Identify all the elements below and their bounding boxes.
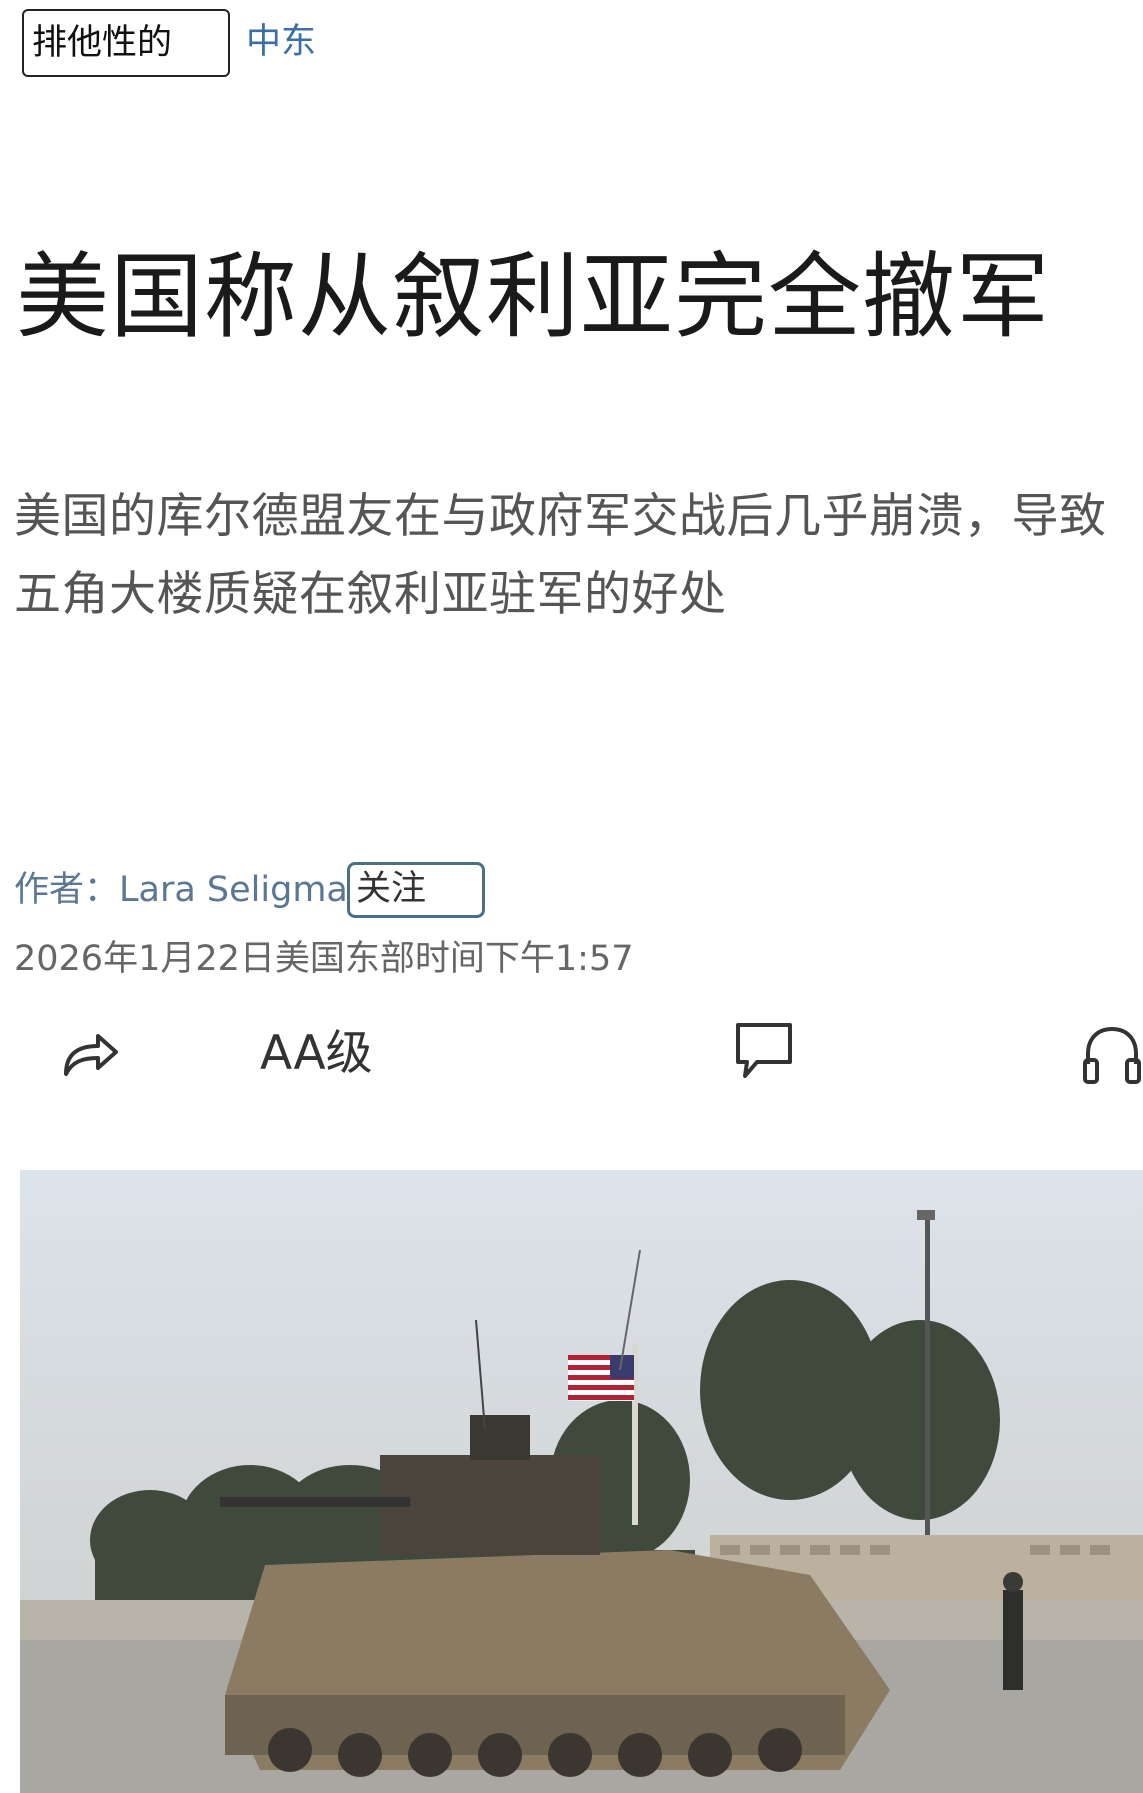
article-headline: 美国称从叙利亚完全撤军 (16, 243, 1050, 351)
author-name[interactable]: Lara Seligman (119, 862, 370, 918)
exclusive-tag[interactable]: 排他性的 (22, 9, 230, 77)
article-toolbar: AA级 (0, 1010, 1143, 1120)
headphones-icon[interactable] (1080, 1024, 1143, 1086)
article-subtitle: 美国的库尔德盟友在与政府军交战后几乎崩溃，导致五角大楼质疑在叙利亚驻军的好处 (14, 489, 1107, 622)
author-prefix: 作者： (14, 870, 120, 910)
share-icon[interactable] (58, 1022, 120, 1082)
top-bar: 排他性的 中东 (0, 0, 1143, 90)
font-size-button[interactable]: AA级 (260, 1024, 373, 1084)
follow-button[interactable]: 关注 (347, 862, 485, 918)
publish-timestamp: 2026年1月22日美国东部时间下午1:57 (14, 939, 634, 979)
byline: 作者：Lara Seligman (14, 862, 370, 918)
section-link-middle-east[interactable]: 中东 (246, 20, 316, 64)
comment-icon[interactable] (733, 1020, 795, 1082)
armored-vehicle-with-us-flag-image (20, 1170, 1143, 1793)
